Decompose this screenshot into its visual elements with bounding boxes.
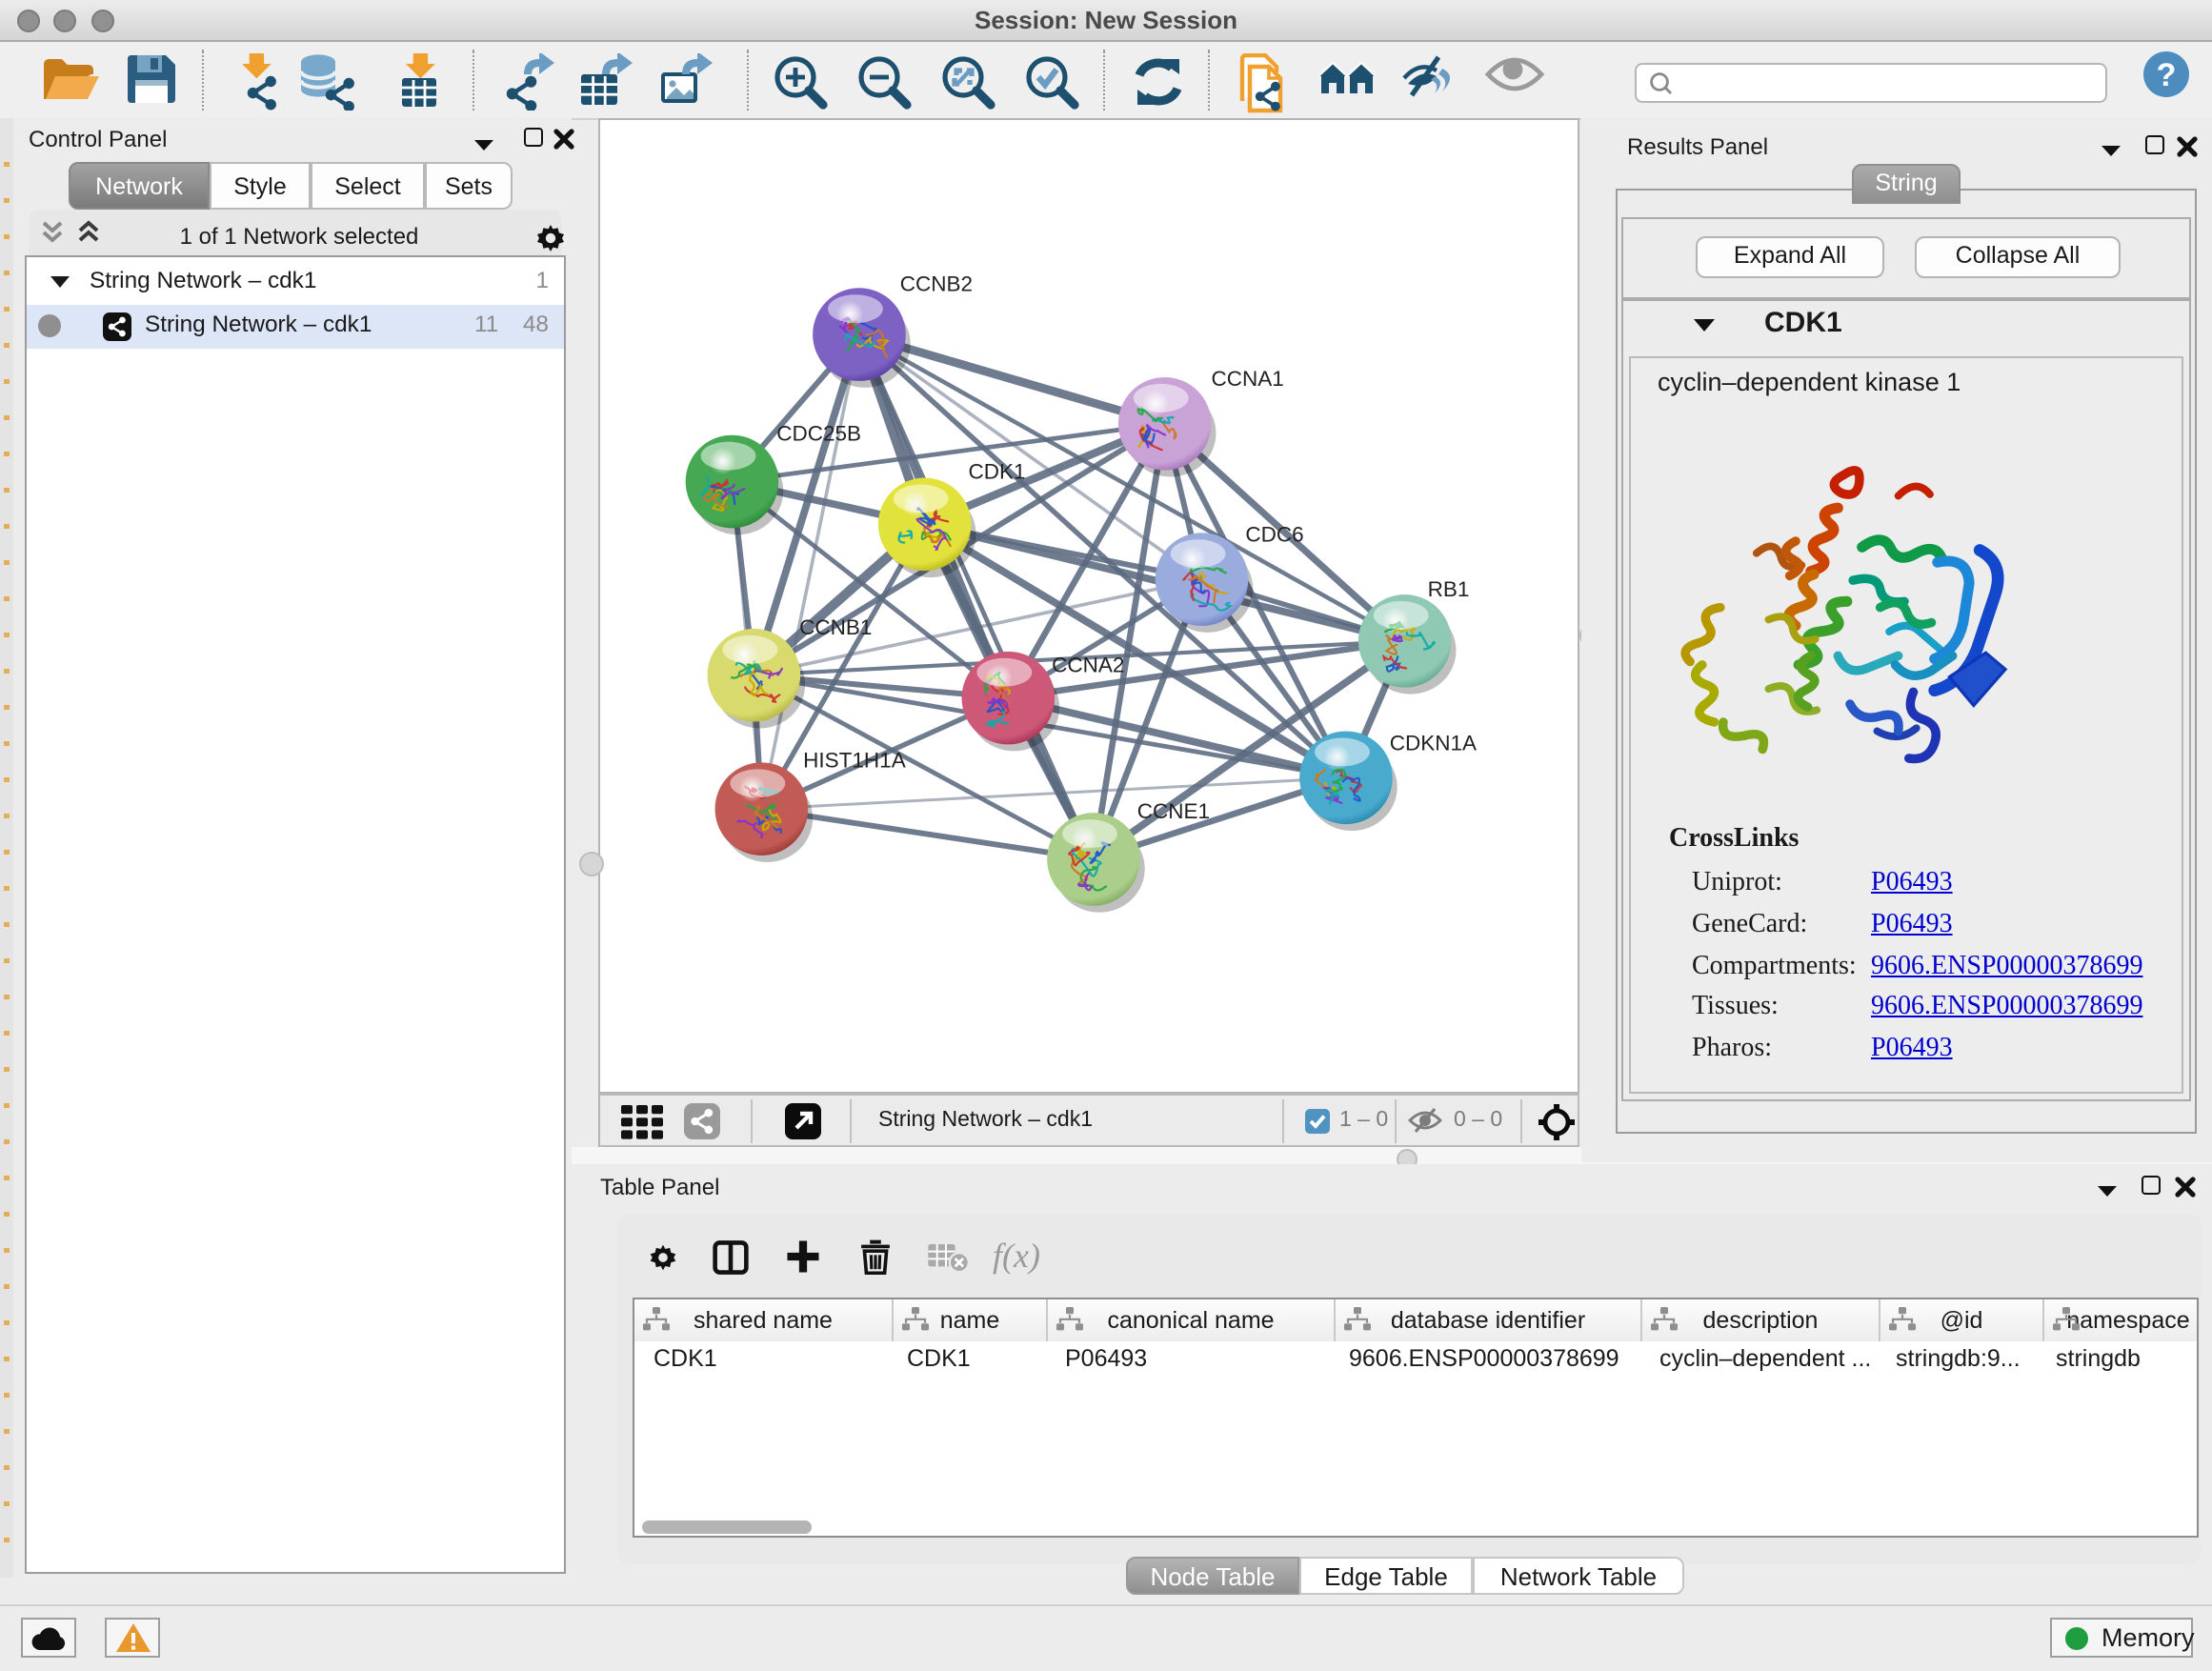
svg-text:CDC25B: CDC25B xyxy=(776,422,861,446)
svg-text:CDK1: CDK1 xyxy=(968,460,1025,484)
svg-text:CDC6: CDC6 xyxy=(1245,522,1303,546)
svg-text:?: ? xyxy=(2157,57,2177,93)
svg-text:CCNB1: CCNB1 xyxy=(799,615,872,639)
svg-text:CCNA1: CCNA1 xyxy=(1211,367,1283,391)
svg-text:RB1: RB1 xyxy=(1428,577,1470,601)
svg-text:CDKN1A: CDKN1A xyxy=(1390,731,1477,755)
svg-text:CCNA2: CCNA2 xyxy=(1052,654,1124,677)
svg-text:CCNB2: CCNB2 xyxy=(900,272,973,295)
svg-text:HIST1H1A: HIST1H1A xyxy=(803,748,906,772)
svg-text:CCNE1: CCNE1 xyxy=(1137,799,1210,823)
